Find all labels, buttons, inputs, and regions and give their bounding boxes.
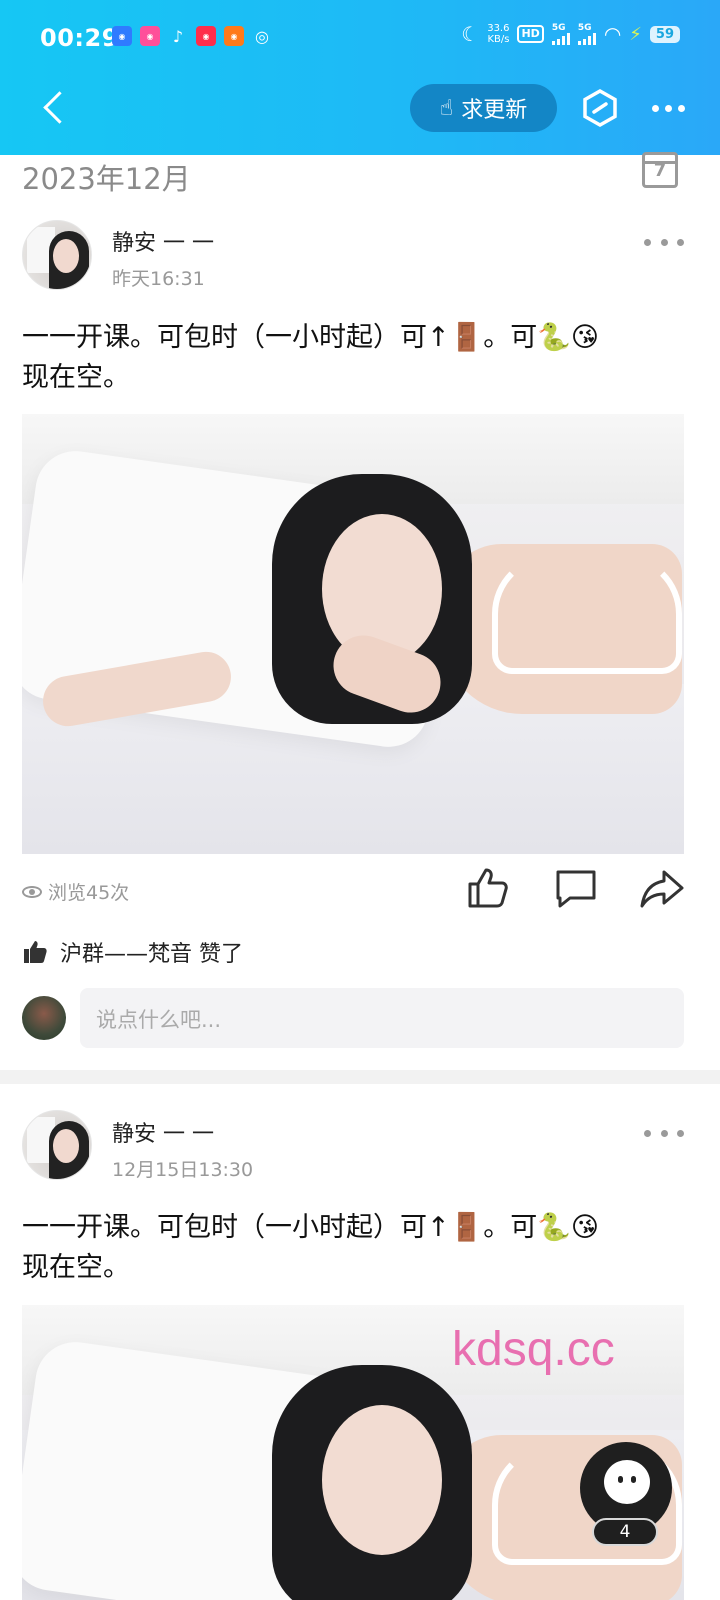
thumbs-up-icon	[468, 868, 508, 908]
comment-input[interactable]: 说点什么吧...	[80, 988, 684, 1048]
watermark: kdsq.cc	[452, 1323, 615, 1376]
net-speed: 33.6 KB/s	[487, 23, 510, 45]
battery-icon: 59	[649, 25, 680, 43]
post-more-button[interactable]	[644, 230, 684, 254]
back-button[interactable]	[36, 88, 80, 132]
share-icon	[640, 870, 684, 908]
request-update-button[interactable]: ☝ 求更新	[410, 84, 557, 132]
signal-icon: 5G	[551, 23, 570, 45]
system-icons: ☾ 33.6 KB/s HD 5G 5G ◠ ⚡ 59	[461, 22, 680, 46]
pointing-hand-icon: ☝	[439, 95, 454, 121]
post-time: 12月15日13:30	[112, 1159, 254, 1181]
like-button[interactable]	[464, 866, 512, 910]
my-avatar	[22, 996, 66, 1040]
music-app-icon: ◎	[255, 26, 269, 46]
post-text: 一一开课。可包时（一小时起）可↑🚪。可🐍😘 现在空。	[22, 322, 600, 393]
top-header: 00:29 ◉ ◉ ♪ ◉ ◉ ◎ ☾ 33.6 KB/s HD 5G 5G ◠…	[0, 0, 720, 155]
status-bar: 00:29 ◉ ◉ ♪ ◉ ◉ ◎ ☾ 33.6 KB/s HD 5G 5G ◠…	[0, 0, 720, 78]
smiley-icon	[604, 1460, 650, 1504]
post-more-button[interactable]	[644, 1121, 684, 1145]
comment-row: 说点什么吧...	[22, 988, 684, 1048]
author-avatar[interactable]	[22, 220, 92, 290]
comment-button[interactable]	[552, 866, 600, 910]
app-notification-icon: ◉	[112, 26, 132, 46]
status-time: 00:29	[40, 24, 119, 52]
app-notification-icon: ◉	[140, 26, 160, 46]
wifi-icon: ◠	[603, 22, 622, 46]
calendar-icon[interactable]: 7	[642, 152, 678, 188]
share-button[interactable]	[638, 866, 686, 910]
author-name[interactable]: 静安 一 一	[112, 1116, 214, 1148]
view-count: 浏览45次	[22, 878, 129, 905]
signal-icon: 5G	[577, 23, 596, 45]
liked-by: 沪群——梵音 赞了	[22, 936, 243, 968]
thumbs-up-filled-icon	[24, 941, 47, 963]
author-avatar[interactable]	[22, 1110, 92, 1180]
moon-icon: ☾	[461, 22, 480, 46]
author-name[interactable]: 静安 一 一	[112, 225, 214, 257]
post-time: 昨天16:31	[112, 268, 205, 290]
post-divider	[0, 1070, 720, 1084]
app-notification-icon: ◉	[196, 26, 216, 46]
notification-icons: ◉ ◉ ♪ ◉ ◉ ◎	[112, 26, 272, 46]
month-heading: 2023年12月	[22, 162, 191, 196]
comment-icon	[556, 870, 596, 908]
post-photo[interactable]	[22, 414, 684, 854]
tiktok-icon: ♪	[172, 26, 184, 46]
charging-icon: ⚡	[629, 23, 642, 45]
eye-icon	[22, 885, 42, 898]
hexagon-icon[interactable]	[580, 88, 620, 128]
floating-badge-count: 4	[592, 1518, 658, 1546]
post-text: 一一开课。可包时（一小时起）可↑🚪。可🐍😘 现在空。	[22, 1212, 600, 1283]
hd-icon: HD	[517, 25, 544, 43]
more-options-button[interactable]	[646, 88, 690, 128]
app-notification-icon: ◉	[224, 26, 244, 46]
